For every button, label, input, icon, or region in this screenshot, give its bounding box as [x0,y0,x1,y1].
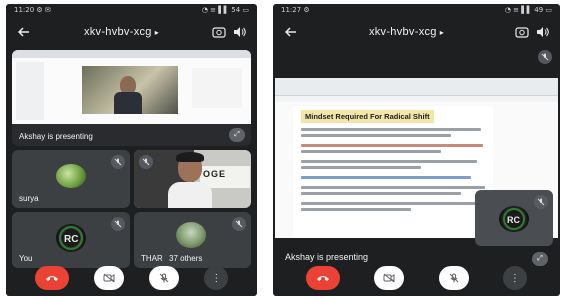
others-tile[interactable]: THAR 37 others [134,212,251,268]
slide-side-panel [192,68,242,108]
fullscreen-icon[interactable]: ⤢ [229,128,245,142]
speaker-icon[interactable] [532,22,552,42]
mic-off-icon [534,195,548,209]
svg-text:RC: RC [507,215,520,225]
avatar: RC [56,224,86,252]
doc-heading: Mindset Required For Radical Shift [301,110,434,123]
text-line [301,128,481,131]
call-controls: ⋮ [6,266,257,290]
mic-off-button[interactable] [438,266,469,290]
text-line [301,208,411,211]
top-bar: xkv-hvbv-xcg ▸ [6,20,257,44]
top-bar: xkv-hvbv-xcg ▸ [273,20,560,44]
participant-tile[interactable]: surya [12,150,130,208]
speaker-body [114,92,142,114]
text-line [301,176,471,179]
meeting-code-button[interactable]: xkv-hvbv-xcg ▸ [301,26,512,38]
call-controls: ⋮ [273,266,560,290]
phone-screen-right: 11:27 ⚙ ◔ ≡ ▌▌ 49 ▭ xkv-hvbv-xcg ▸ Mindse… [273,4,560,296]
meeting-code: xkv-hvbv-xcg [83,26,152,38]
text-line [301,192,461,195]
arrow-left-icon[interactable] [281,22,301,42]
self-pip-tile[interactable]: RC [475,190,553,246]
text-line [301,202,479,205]
svg-text:RC: RC [64,234,78,245]
participant-name: surya [19,194,39,203]
mic-off-icon [111,217,125,231]
camera-off-button[interactable] [93,266,124,290]
meeting-code-button[interactable]: xkv-hvbv-xcg ▸ [34,26,209,38]
participant-video-tile[interactable]: OGE [134,150,251,208]
status-bar: 11:27 ⚙ ◔ ≡ ▌▌ 49 ▭ [273,4,560,18]
text-line [301,134,451,137]
caret-right-icon: ▸ [439,28,445,37]
status-left-icons: ⚙ [303,6,310,14]
video-frame [82,66,178,114]
person-shirt [168,182,212,208]
more-vert-icon: ⋮ [509,272,520,284]
avatar [176,222,206,248]
doc-ruler [275,96,558,102]
text-line [301,150,441,153]
more-options-button[interactable]: ⋮ [204,266,229,290]
speaker-icon[interactable] [229,22,249,42]
status-left-icons: ⚙ ✉ [36,6,51,14]
status-time: 11:27 [281,6,302,14]
camera-switch-icon[interactable] [512,22,532,42]
mic-off-icon [139,155,153,169]
doc-toolbar [275,78,558,96]
person-hair [176,152,204,162]
others-count: 37 others [169,254,203,263]
caret-right-icon: ▸ [154,28,160,37]
text-line [301,144,483,147]
end-call-button[interactable] [306,266,341,290]
camera-switch-icon[interactable] [209,22,229,42]
text-line [301,160,477,163]
slide-thumbnails [16,62,44,120]
slide-toolbar [12,50,251,58]
status-bar: 11:20 ⚙ ✉ ◔ ≡ ▌▌ 54 ▭ [6,4,257,18]
presenting-label: Akshay is presenting [19,132,93,141]
text-line [301,166,421,169]
participant-name: You [19,254,33,263]
camera-off-button[interactable] [374,266,405,290]
text-line [301,186,485,189]
arrow-left-icon[interactable] [14,22,34,42]
mic-off-icon [111,155,125,169]
end-call-button[interactable] [34,266,69,290]
doc-page: Mindset Required For Radical Shift [293,106,493,238]
more-options-button[interactable]: ⋮ [502,266,527,290]
avatar: RC [499,206,529,232]
mic-off-icon [232,217,246,231]
more-vert-icon: ⋮ [211,272,222,284]
shared-slide-preview [12,50,251,124]
phone-screen-left: 11:20 ⚙ ✉ ◔ ≡ ▌▌ 54 ▭ xkv-hvbv-xcg ▸ Aksh… [6,4,257,296]
mic-off-button[interactable] [149,266,180,290]
fullscreen-icon[interactable]: ⤢ [532,252,548,266]
others-label-row: THAR 37 others [141,254,202,263]
participant-name: THAR [141,254,163,263]
status-right-icons: ◔ ≡ ▌▌ 54 ▭ [201,6,249,14]
avatar [56,164,86,188]
meeting-code: xkv-hvbv-xcg [368,26,437,38]
self-tile[interactable]: RC You [12,212,130,268]
status-right-icons: ◔ ≡ ▌▌ 49 ▭ [504,6,552,14]
wall-sign-text: OGE [203,169,227,179]
status-time: 11:20 [14,6,35,14]
presenting-label: Akshay is presenting [285,252,369,262]
mic-off-icon [538,50,552,64]
presentation-tile[interactable]: Akshay is presenting ⤢ [12,50,251,146]
